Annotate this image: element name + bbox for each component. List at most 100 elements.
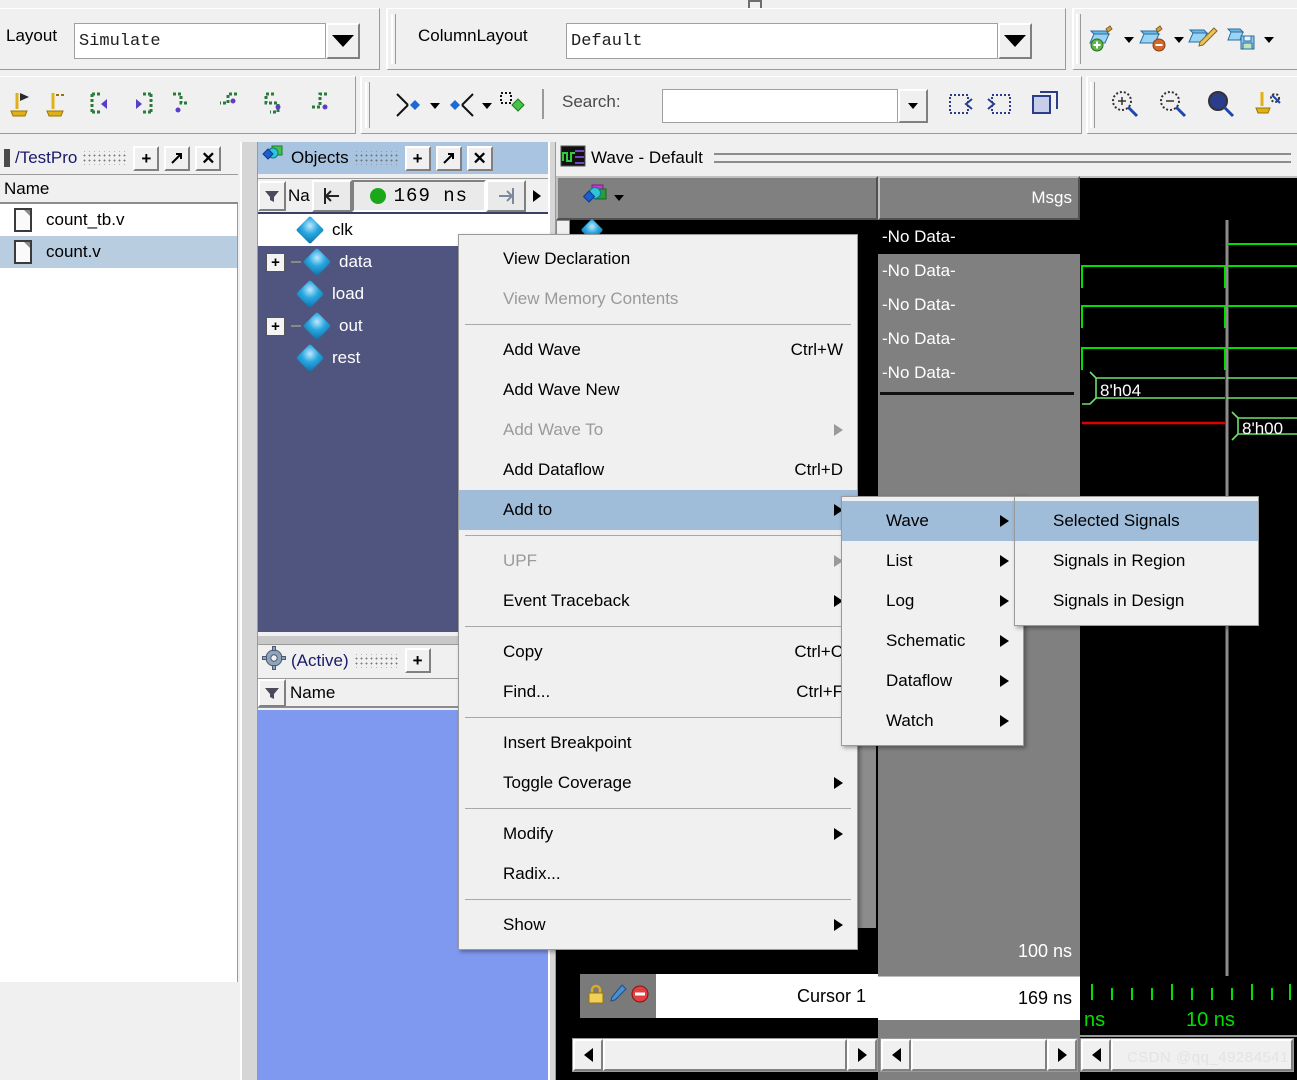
expand-icon[interactable]: + [266, 316, 285, 336]
step-into-icon[interactable] [88, 89, 118, 119]
submenu-item-signals-in-region[interactable]: Signals in Region [1015, 541, 1258, 581]
drag-dots-icon[interactable] [353, 151, 400, 165]
search-input[interactable] [662, 89, 898, 123]
submenu-item-selected-signals[interactable]: Selected Signals [1015, 501, 1258, 541]
submenu-item-wave[interactable]: Wave [842, 501, 1023, 541]
vertical-splitter-1[interactable] [240, 142, 258, 1080]
submenu-item-signals-in-design[interactable]: Signals in Design [1015, 581, 1258, 621]
project-dock-button[interactable]: + [133, 145, 160, 171]
step-forward-time-button[interactable] [486, 179, 526, 212]
zoom-out-icon[interactable] [1158, 89, 1188, 119]
objects-context-menu[interactable]: View Declaration View Memory Contents Ad… [458, 234, 858, 950]
wave-msgs-hscroll-left-button[interactable] [881, 1039, 911, 1071]
msgs-row[interactable]: -No Data- [878, 220, 1080, 254]
project-close-button[interactable]: ✕ [195, 145, 222, 171]
menu-item-add-to[interactable]: Add to [459, 490, 857, 530]
wave-msgs-hscroll-right-button[interactable] [1047, 1039, 1077, 1071]
step-next-icon[interactable] [305, 89, 335, 119]
wave-names-hscrollbar[interactable] [572, 1038, 878, 1072]
msgs-row[interactable]: -No Data- [878, 356, 1080, 390]
save-dataset-icon[interactable] [1226, 23, 1256, 53]
step-continue-icon[interactable] [215, 89, 245, 119]
chevron-down-icon[interactable] [430, 103, 440, 109]
objects-more-button[interactable] [526, 180, 548, 212]
columnlayout-combo-input[interactable]: Default [566, 23, 998, 59]
submenu-item-log[interactable]: Log [842, 581, 1023, 621]
objects-close-button[interactable]: ✕ [466, 145, 493, 171]
project-column-header[interactable]: Name [0, 174, 238, 204]
project-undock-button[interactable] [164, 145, 191, 171]
toolbar-grip[interactable] [1076, 14, 1081, 64]
wave-canvas-hscroll-left-button[interactable] [1081, 1039, 1111, 1071]
zoom-full-icon[interactable] [1206, 89, 1236, 119]
menu-item-find[interactable]: Find... Ctrl+F [459, 672, 857, 712]
menu-item-copy[interactable]: Copy Ctrl+C [459, 632, 857, 672]
menu-item-event-traceback[interactable]: Event Traceback [459, 581, 857, 621]
step-back-time-button[interactable] [311, 179, 352, 212]
wave-msgs-hscrollbar[interactable] [880, 1038, 1078, 1072]
edit-dataset-icon[interactable] [1188, 23, 1218, 53]
zoom-cursor-icon[interactable] [1254, 89, 1284, 119]
menu-item-modify[interactable]: Modify [459, 814, 857, 854]
menu-item-show[interactable]: Show [459, 905, 857, 945]
menu-item-toggle-coverage[interactable]: Toggle Coverage [459, 763, 857, 803]
drag-dots-icon[interactable] [353, 653, 400, 668]
wave-names-hscroll-left-button[interactable] [573, 1039, 603, 1071]
wave-names-hscroll-thumb[interactable] [603, 1039, 847, 1071]
step-back-icon[interactable] [260, 89, 290, 119]
chevron-down-icon[interactable] [1174, 37, 1184, 43]
find-signal-icon[interactable] [498, 89, 528, 119]
expand-signals-icon[interactable] [394, 89, 424, 119]
close-dataset-icon[interactable] [1138, 23, 1168, 53]
zoom-in-icon[interactable] [1110, 89, 1140, 119]
wave-submenu[interactable]: Selected Signals Signals in Region Signa… [1014, 496, 1259, 626]
search-prev-icon[interactable] [946, 89, 976, 119]
step-over-icon[interactable] [125, 89, 155, 119]
open-dataset-icon[interactable] [1088, 23, 1118, 53]
active-dock-button[interactable]: + [404, 648, 431, 673]
search-dropdown-button[interactable] [898, 89, 928, 123]
msgs-row[interactable]: -No Data- [878, 322, 1080, 356]
menu-item-radix[interactable]: Radix... [459, 854, 857, 894]
msgs-row[interactable]: -No Data- [878, 288, 1080, 322]
msgs-row[interactable]: -No Data- [878, 254, 1080, 288]
chevron-down-icon[interactable] [1264, 37, 1274, 43]
chevron-down-icon[interactable] [614, 195, 624, 201]
submenu-item-schematic[interactable]: Schematic [842, 621, 1023, 661]
toolbar-grip[interactable] [1090, 82, 1095, 128]
drag-dots-icon[interactable] [82, 151, 129, 165]
cursor-edit-icon[interactable] [608, 983, 628, 1009]
submenu-item-watch[interactable]: Watch [842, 701, 1023, 741]
wave-cursor-row[interactable]: Cursor 1 [580, 974, 878, 1018]
filter-icon[interactable] [258, 180, 286, 211]
wave-names-header[interactable] [556, 176, 878, 220]
toolbar-grip[interactable] [365, 82, 370, 128]
chevron-down-icon[interactable] [482, 103, 492, 109]
menu-item-view-declaration[interactable]: View Declaration [459, 239, 857, 279]
lock-icon[interactable] [586, 983, 606, 1009]
submenu-item-dataflow[interactable]: Dataflow [842, 661, 1023, 701]
layout-combo-input[interactable]: Simulate [74, 23, 326, 59]
menu-item-insert-breakpoint[interactable]: Insert Breakpoint [459, 723, 857, 763]
add-to-submenu[interactable]: Wave List Log Schematic Dataflow Watch [841, 496, 1024, 746]
menu-item-add-wave-new[interactable]: Add Wave New [459, 370, 857, 410]
objects-dock-button[interactable]: + [404, 145, 431, 171]
list-item[interactable]: count_tb.v [0, 204, 237, 236]
expand-icon[interactable]: + [266, 252, 285, 272]
toolbar-grip[interactable] [391, 14, 396, 64]
step-out-icon[interactable] [168, 89, 198, 119]
cursor-tools[interactable] [580, 974, 656, 1018]
collapse-signals-icon[interactable] [446, 89, 476, 119]
search-next-icon[interactable] [984, 89, 1014, 119]
columnlayout-combo-dropdown-button[interactable] [998, 23, 1032, 59]
menu-item-add-wave[interactable]: Add Wave Ctrl+W [459, 330, 857, 370]
restart-icon[interactable] [8, 89, 38, 119]
wave-canvas[interactable]: 8'h04 8'h00 ns 10 ns [1080, 220, 1297, 1080]
filter-icon[interactable] [258, 678, 286, 707]
objects-undock-button[interactable] [435, 145, 462, 171]
layout-combo-dropdown-button[interactable] [326, 23, 360, 59]
search-all-icon[interactable] [1030, 89, 1060, 119]
run-icon[interactable] [44, 89, 74, 119]
wave-msgs-header[interactable]: Msgs [878, 176, 1080, 220]
chevron-down-icon[interactable] [1124, 37, 1134, 43]
